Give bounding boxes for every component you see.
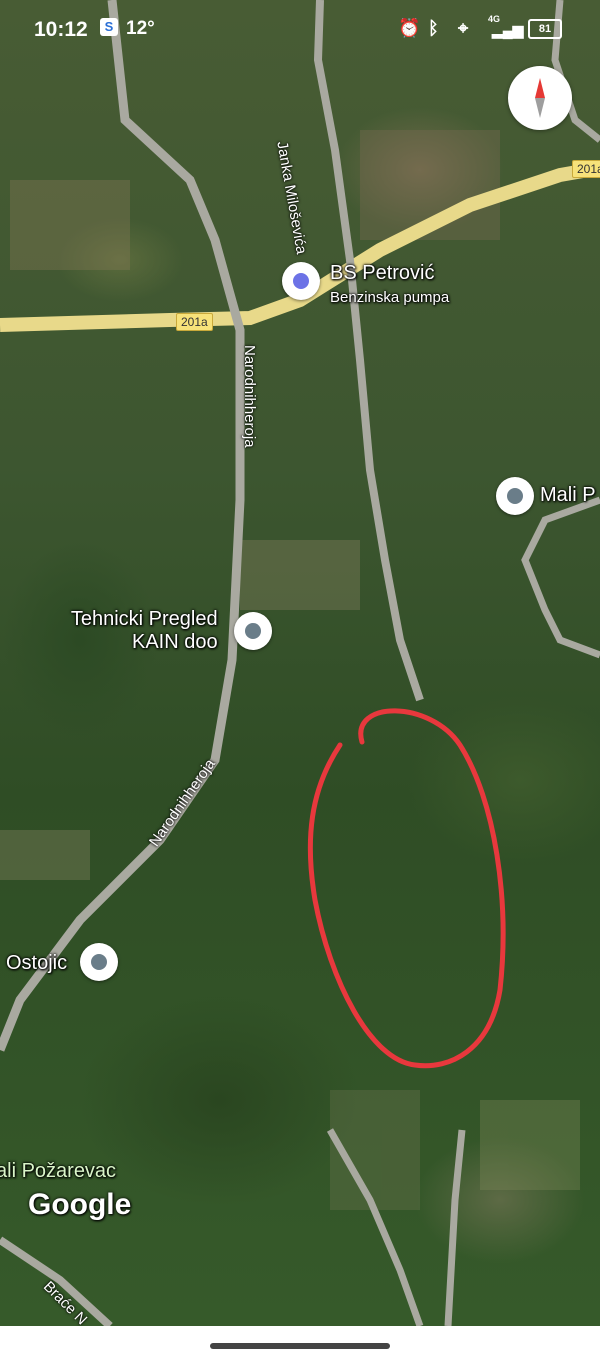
status-bar: 10:12 S 12° ⏰ ᛒ ⌖ 4G ▂▄▆ 81 [0, 0, 600, 60]
home-gesture-handle[interactable] [210, 1343, 390, 1349]
status-time: 10:12 [34, 18, 88, 41]
route-shield-west: 201a [176, 313, 213, 331]
east-road[interactable] [521, 496, 600, 659]
signal-icon: ▂▄▆ [492, 22, 524, 38]
google-logo: Google [28, 1188, 132, 1221]
place-label-tehnicki[interactable]: Tehnicki Pregled KAIN doo [68, 608, 218, 654]
place-label-village[interactable]: ali Požarevac [0, 1160, 116, 1183]
narodnih-heroja-road[interactable] [0, 0, 245, 1052]
app-notification-icon: S [100, 18, 118, 36]
place-pin-icon[interactable] [234, 612, 272, 650]
alarm-icon: ⏰ [398, 18, 421, 38]
location-icon: ⌖ [458, 18, 469, 38]
place-label-bs-petrovic[interactable]: BS Petrović [330, 262, 434, 285]
battery-icon: 81 [528, 19, 562, 39]
route-shield-east: 201a [572, 160, 600, 178]
place-label-tehnicki-line1: Tehnicki Pregled [70, 608, 218, 630]
status-temperature: 12° [126, 18, 155, 39]
compass-icon [535, 78, 545, 118]
road-label-narodnih-north: Narodnihheroja [241, 345, 258, 448]
place-pin-icon[interactable] [496, 477, 534, 515]
bluetooth-icon: ᛒ [428, 18, 439, 38]
place-pin-icon[interactable] [80, 943, 118, 981]
gas-pump-icon[interactable] [282, 262, 320, 300]
compass-button[interactable] [508, 66, 572, 130]
place-label-ostojic[interactable]: Ostojic [6, 952, 67, 975]
place-label-mali[interactable]: Mali P [540, 484, 596, 507]
navigation-bar [0, 1326, 600, 1366]
red-annotation-circle [307, 708, 506, 1069]
satellite-map[interactable]: 201a 201a Janka Miloševića Narodnihheroj… [0, 0, 600, 1328]
place-label-tehnicki-line2: KAIN doo [132, 631, 218, 653]
south-road-2[interactable] [444, 1129, 466, 1326]
place-category-fuel: Benzinska pumpa [330, 289, 450, 306]
